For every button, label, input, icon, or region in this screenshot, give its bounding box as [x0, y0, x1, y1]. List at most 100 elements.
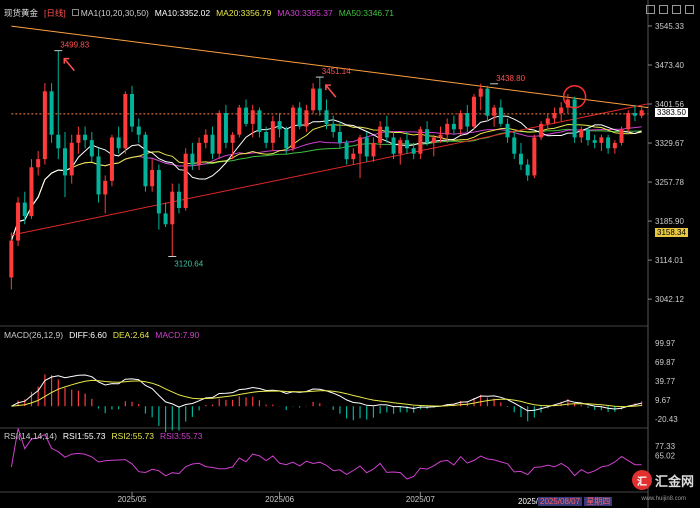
- x-tick-label: 2025/05: [118, 495, 147, 504]
- candle-body: [411, 148, 416, 154]
- candle-body: [525, 164, 530, 176]
- candle-body: [123, 94, 128, 149]
- y-tick-label: 3329.67: [655, 139, 684, 148]
- crosshair-date-prefix: 2025/: [518, 497, 539, 506]
- candle-body: [136, 126, 141, 135]
- rsi2-value: RSI2:55.73: [111, 431, 154, 441]
- candle-body: [143, 134, 148, 187]
- candle-body: [518, 153, 523, 165]
- candle-body: [337, 132, 342, 143]
- candle-body: [639, 110, 644, 116]
- close-icon[interactable]: [685, 5, 694, 14]
- y-tick-label: 3185.90: [655, 217, 684, 226]
- candle-body: [592, 140, 597, 143]
- y-tick-label: 3257.78: [655, 178, 684, 187]
- ma-indicator-icon: [71, 9, 79, 16]
- symbol-label: 现货黄金: [4, 8, 39, 18]
- x-tick-label: 2025/06: [265, 495, 294, 504]
- candle-body: [190, 153, 195, 165]
- candle-body: [465, 113, 470, 127]
- candle-body: [277, 121, 282, 130]
- candle-body: [237, 107, 242, 135]
- price-annotation: 3499.83: [60, 41, 89, 50]
- candle-body: [539, 123, 544, 138]
- price-annotation: 3438.80: [496, 74, 525, 83]
- candle-body: [170, 191, 175, 225]
- rsi1-value: RSI1:55.73: [62, 431, 106, 441]
- candle-body: [485, 88, 490, 116]
- candle-body: [371, 142, 376, 157]
- candle-body: [451, 123, 456, 130]
- candle-body: [572, 99, 577, 138]
- arrow-annotation-icon: [63, 58, 75, 72]
- candle-body: [585, 129, 591, 141]
- brand-logo-icon: 汇: [631, 470, 652, 490]
- candle-body: [76, 134, 81, 143]
- candle-body: [398, 140, 403, 154]
- candle-body: [96, 156, 101, 195]
- candle-body: [210, 134, 215, 154]
- candle-body: [29, 167, 34, 217]
- arrow-annotation-icon: [325, 84, 337, 98]
- candle-body: [217, 113, 222, 154]
- candle-body: [626, 113, 631, 130]
- y-tick-label: 3042.12: [655, 295, 684, 304]
- candle-body: [317, 88, 322, 111]
- macd-dea: DEA:2.64: [112, 330, 150, 340]
- main-legend: 现货黄金 [日线] MA1(10,20,30,50) MA10:3352.02 MA20…: [4, 7, 400, 19]
- rsi-name[interactable]: RSI(14,14,14): [4, 431, 57, 441]
- settings-icon[interactable]: [659, 5, 668, 14]
- candle-body: [418, 129, 423, 154]
- candle-body: [62, 148, 68, 176]
- macd-dea-line: [11, 379, 642, 408]
- macd-diff: DIFF:6.60: [69, 330, 107, 340]
- macd-tick-label: -20.43: [655, 415, 678, 424]
- candle-body: [324, 110, 329, 124]
- candle-body: [116, 137, 121, 149]
- candle-body: [532, 137, 537, 176]
- candle-body: [230, 134, 235, 143]
- candle-body: [250, 110, 255, 124]
- minimize-icon[interactable]: [646, 5, 655, 14]
- macd-name[interactable]: MACD(26,12,9): [4, 330, 63, 340]
- macd-value: MACD:7.90: [155, 330, 200, 340]
- y-tick-label: 3545.33: [655, 22, 684, 31]
- candle-body: [344, 142, 349, 160]
- crosshair-date-value: 2025/08/07: [538, 497, 583, 506]
- candle-body: [599, 137, 604, 143]
- candle-body: [36, 159, 41, 168]
- candle-body: [431, 137, 436, 143]
- crosshair-date: 2025/2025/08/07 星期四: [518, 496, 613, 507]
- period-label[interactable]: [日线]: [44, 8, 66, 18]
- candle-body: [203, 134, 208, 143]
- rsi-legend: RSI(14,14,14) RSI1:55.73 RSI2:55.73 RSI3:55…: [4, 431, 209, 441]
- candle-body: [384, 126, 389, 138]
- ma-params[interactable]: MA1(10,20,30,50): [81, 8, 149, 18]
- rsi-tick-label: 65.02: [655, 451, 676, 460]
- trendline-lower: [11, 103, 649, 236]
- maximize-icon[interactable]: [672, 5, 681, 14]
- rsi-tick-label: 77.33: [655, 442, 676, 451]
- brand-name: 汇金网: [654, 473, 694, 489]
- candle-body: [311, 88, 316, 111]
- candle-body: [56, 134, 61, 149]
- candle-body: [69, 142, 74, 176]
- candle-body: [150, 170, 155, 187]
- candle-body: [458, 113, 463, 130]
- y-tick-label: 3473.40: [655, 61, 684, 70]
- ma20-value: MA20:3356.79: [216, 8, 272, 18]
- macd-tick-label: 69.87: [655, 358, 676, 367]
- candle-body: [364, 137, 369, 157]
- candle-body: [264, 132, 269, 143]
- candle-body: [612, 142, 617, 149]
- candle-body: [304, 110, 309, 127]
- candle-body: [559, 107, 564, 113]
- candle-body: [351, 153, 356, 160]
- candle-body: [498, 107, 503, 124]
- macd-legend: MACD(26,12,9) DIFF:6.60 DEA:2.64 MACD:7.90: [4, 330, 205, 340]
- candle-body: [505, 123, 510, 138]
- macd-tick-label: 9.67: [655, 396, 671, 405]
- candle-body: [197, 142, 202, 165]
- candle-body: [16, 202, 21, 241]
- candle-body: [391, 137, 396, 154]
